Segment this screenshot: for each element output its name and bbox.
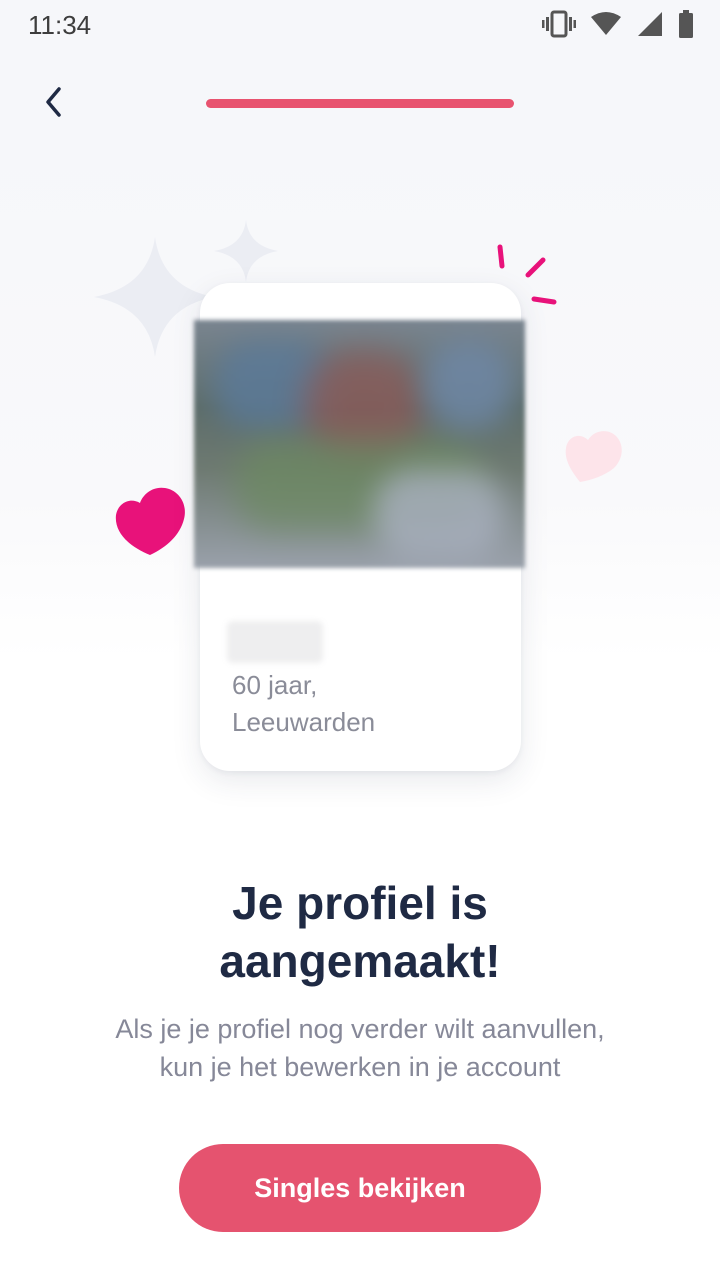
page-subtitle-line-2: kun je het bewerken in je account <box>159 1052 561 1082</box>
page-title-line-1: Je profiel is <box>232 877 488 929</box>
wifi-icon <box>590 11 622 37</box>
profile-details: 60 jaar, Leeuwarden <box>232 667 375 741</box>
sparkle-icon <box>212 218 280 289</box>
profile-card: 60 jaar, Leeuwarden <box>194 283 525 771</box>
battery-icon <box>678 10 694 38</box>
heart-icon <box>112 485 190 564</box>
profile-age: 60 jaar, <box>232 670 318 700</box>
status-bar: 11:34 <box>0 0 720 50</box>
status-icons <box>542 10 694 38</box>
vibrate-icon <box>542 10 576 38</box>
page-title: Je profiel is aangemaakt! <box>0 874 720 990</box>
page-title-line-2: aangemaakt! <box>219 935 501 987</box>
page-subtitle-line-1: Als je je profiel nog verder wilt aanvul… <box>115 1014 605 1044</box>
progress-bar <box>206 99 514 108</box>
signal-icon <box>636 10 664 38</box>
view-singles-button[interactable]: Singles bekijken <box>179 1144 541 1232</box>
heart-icon <box>562 424 626 491</box>
profile-city: Leeuwarden <box>232 707 376 737</box>
chevron-left-icon <box>41 85 67 124</box>
page-subtitle: Als je je profiel nog verder wilt aanvul… <box>60 1010 660 1086</box>
back-button[interactable] <box>28 78 80 130</box>
profile-name-redacted <box>227 621 323 663</box>
status-time: 11:34 <box>28 10 92 40</box>
profile-photo <box>194 320 525 568</box>
